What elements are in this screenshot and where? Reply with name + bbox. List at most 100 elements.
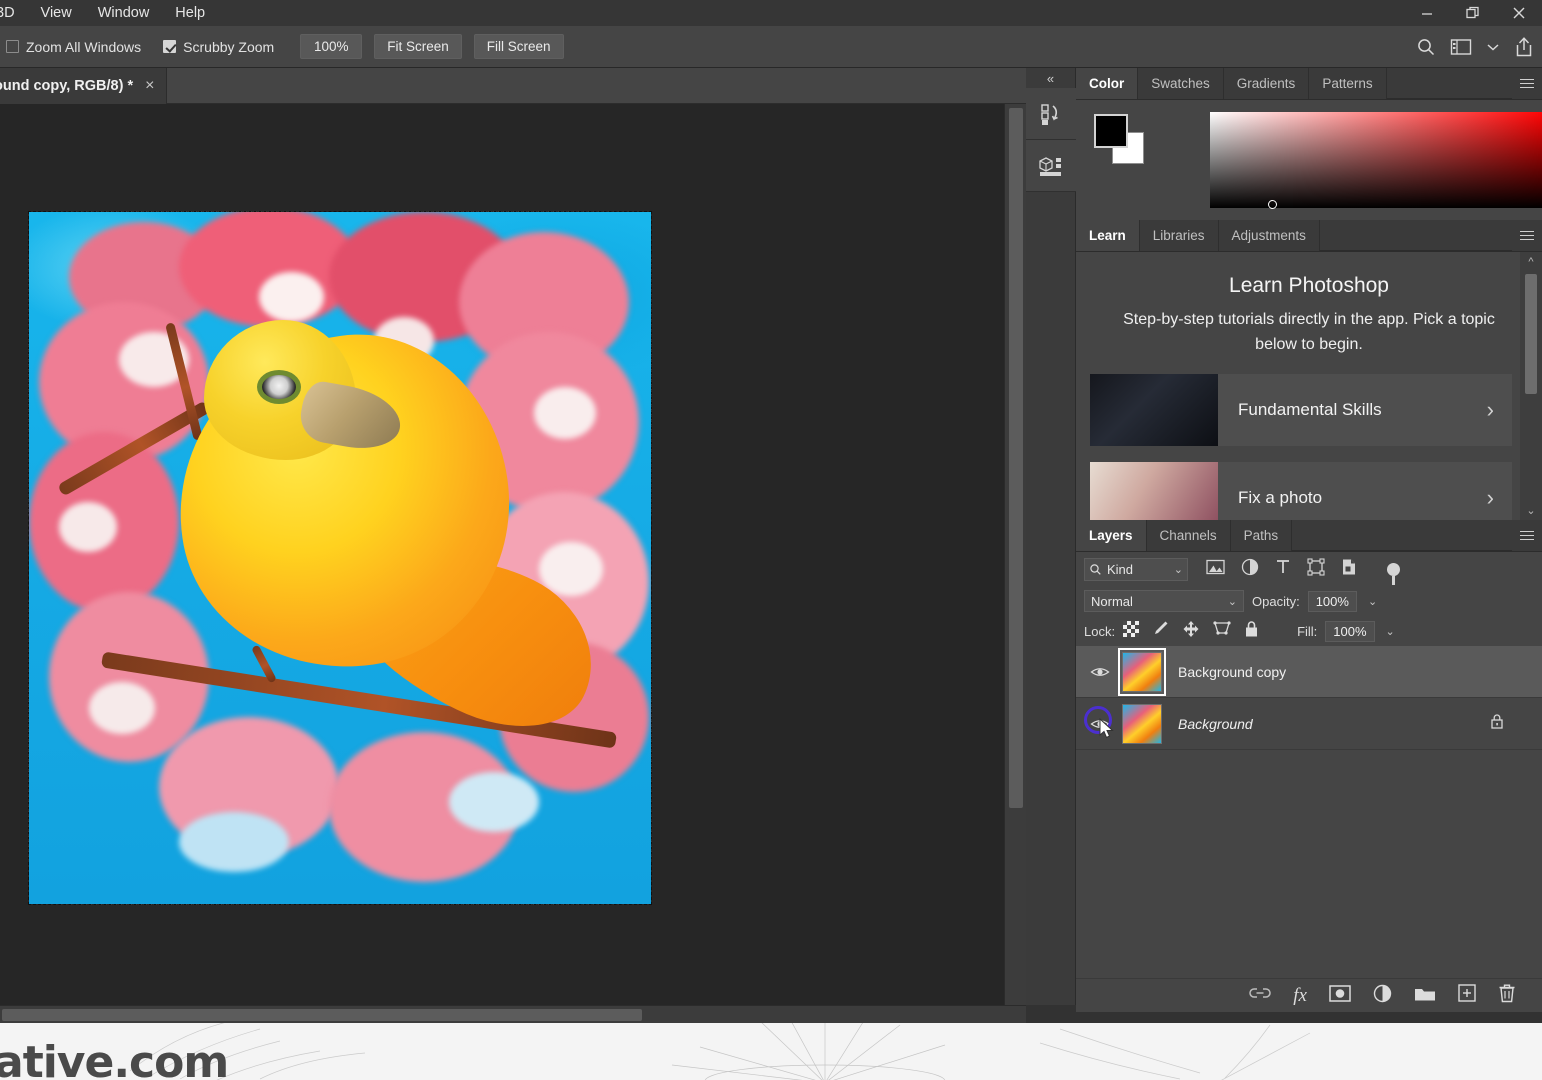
opacity-label: Opacity: xyxy=(1252,593,1300,609)
right-panel-column: Color Swatches Gradients Patterns Learn … xyxy=(1076,68,1542,1080)
tab-channels[interactable]: Channels xyxy=(1146,520,1231,551)
canvas-vertical-scrollbar[interactable] xyxy=(1004,104,1026,1005)
color-panel: Color Swatches Gradients Patterns xyxy=(1076,68,1542,220)
canvas-vertical-scrollbar-thumb[interactable] xyxy=(1009,108,1023,808)
window-controls xyxy=(1404,0,1542,26)
menu-item-window[interactable]: Window xyxy=(85,0,163,26)
tab-paths[interactable]: Paths xyxy=(1230,520,1293,551)
color-panel-tabs-filler xyxy=(1386,68,1512,99)
scrubby-zoom-label: Scrubby Zoom xyxy=(183,38,275,55)
foreground-background-swatches[interactable] xyxy=(1094,114,1150,166)
tab-swatches[interactable]: Swatches xyxy=(1138,68,1224,99)
fit-screen-button[interactable]: Fit Screen xyxy=(374,34,462,59)
chevron-down-icon[interactable]: ⌄ xyxy=(1228,595,1237,608)
chevron-right-icon[interactable]: › xyxy=(1487,397,1494,423)
lock-image-icon[interactable] xyxy=(1152,620,1169,642)
table-row[interactable]: Background copy xyxy=(1076,646,1542,698)
delete-layer-icon[interactable] xyxy=(1498,983,1516,1008)
learn-card-thumbnail xyxy=(1090,461,1218,520)
tab-learn[interactable]: Learn xyxy=(1076,220,1140,251)
canvas-horizontal-scrollbar-thumb[interactable] xyxy=(2,1009,642,1021)
dock-collapse-button[interactable]: « xyxy=(1026,68,1075,88)
fill-label: Fill: xyxy=(1297,623,1318,639)
share-icon[interactable] xyxy=(1514,36,1534,58)
learn-panel: Learn Libraries Adjustments Learn Photos… xyxy=(1076,220,1542,520)
new-layer-icon[interactable] xyxy=(1458,984,1476,1007)
layer-thumbnail[interactable] xyxy=(1118,647,1166,696)
workspace-icon[interactable] xyxy=(1450,38,1472,56)
new-group-icon[interactable] xyxy=(1414,985,1436,1007)
type-filter-icon[interactable] xyxy=(1275,558,1291,580)
learn-panel-scrollbar-thumb[interactable] xyxy=(1525,274,1537,394)
restore-button[interactable] xyxy=(1450,0,1496,26)
scroll-down-icon[interactable]: ⌄ xyxy=(1520,500,1542,520)
learn-card-fix-a-photo[interactable]: Fix a photo › xyxy=(1090,461,1512,520)
learn-card-fundamental-skills[interactable]: Fundamental Skills › xyxy=(1090,373,1512,446)
chevron-down-icon[interactable]: ⌄ xyxy=(1174,563,1183,576)
adjustment-filter-icon[interactable] xyxy=(1241,558,1259,581)
menu-item-help[interactable]: Help xyxy=(162,0,218,26)
tab-patterns[interactable]: Patterns xyxy=(1309,68,1387,99)
smart-object-filter-icon[interactable] xyxy=(1341,558,1357,581)
lock-row: Lock: Fill: 100% ⌄ xyxy=(1076,616,1542,646)
tab-gradients[interactable]: Gradients xyxy=(1223,68,1310,99)
lock-artboard-icon[interactable] xyxy=(1213,620,1231,642)
fill-input[interactable]: 100% xyxy=(1325,620,1375,642)
pixel-filter-icon[interactable] xyxy=(1206,559,1225,580)
chevron-down-icon[interactable] xyxy=(1486,42,1500,52)
layers-panel-menu-icon[interactable] xyxy=(1512,520,1542,551)
tab-adjustments[interactable]: Adjustments xyxy=(1218,220,1320,251)
minimize-button[interactable] xyxy=(1404,0,1450,26)
layers-panel: Layers Channels Paths Kind ⌄ Normal ⌄ Op… xyxy=(1076,520,1542,1012)
close-button[interactable] xyxy=(1496,0,1542,26)
layer-thumbnail[interactable] xyxy=(1122,703,1162,744)
properties-3d-icon[interactable] xyxy=(1026,140,1076,192)
zoom-percent-button[interactable]: 100% xyxy=(300,34,363,59)
link-layers-icon[interactable] xyxy=(1249,986,1272,1005)
lock-position-icon[interactable] xyxy=(1182,620,1200,643)
canvas-area[interactable] xyxy=(0,104,1004,1005)
opacity-input[interactable]: 100% xyxy=(1307,590,1357,612)
color-spectrum-field[interactable] xyxy=(1210,112,1542,209)
foreground-color-swatch[interactable] xyxy=(1094,114,1128,148)
layer-style-fx-icon[interactable]: fx xyxy=(1293,985,1307,1007)
layer-visibility-toggle[interactable] xyxy=(1082,665,1118,679)
color-panel-body xyxy=(1076,100,1542,220)
menu-item-3d[interactable]: 3D xyxy=(0,0,28,26)
layer-filter-kind-select[interactable]: Kind ⌄ xyxy=(1084,557,1188,581)
tab-color[interactable]: Color xyxy=(1076,68,1139,99)
document-tab[interactable]: ound copy, RGB/8) * × xyxy=(0,68,168,104)
watermark-text: ative.com xyxy=(0,1037,229,1080)
options-bar: Zoom All Windows Scrubby Zoom 100% Fit S… xyxy=(0,26,1542,68)
close-icon[interactable]: × xyxy=(145,78,154,94)
tab-layers[interactable]: Layers xyxy=(1076,520,1147,551)
scrubby-zoom-checkbox[interactable]: Scrubby Zoom xyxy=(163,39,274,55)
scroll-up-icon[interactable]: ^ xyxy=(1520,252,1542,272)
menu-item-view[interactable]: View xyxy=(28,0,85,26)
tab-libraries[interactable]: Libraries xyxy=(1139,220,1219,251)
blend-mode-select[interactable]: Normal ⌄ xyxy=(1084,590,1244,612)
zoom-all-windows-checkbox[interactable]: Zoom All Windows xyxy=(6,39,141,55)
adjustment-layer-icon[interactable] xyxy=(1373,984,1392,1008)
layer-name[interactable]: Background copy xyxy=(1178,664,1286,680)
learn-panel-scrollbar[interactable]: ^ ⌄ xyxy=(1520,252,1542,520)
opacity-chevron-down-icon[interactable]: ⌄ xyxy=(1368,595,1377,608)
search-icon[interactable] xyxy=(1416,37,1436,57)
color-spectrum-marker[interactable] xyxy=(1268,200,1277,209)
canvas-horizontal-scrollbar[interactable] xyxy=(0,1005,1026,1023)
artboard-image[interactable] xyxy=(28,211,652,905)
filter-toggle-switch[interactable] xyxy=(1387,562,1400,585)
shape-filter-icon[interactable] xyxy=(1307,557,1325,581)
table-row[interactable]: Background xyxy=(1076,698,1542,750)
lock-transparency-icon[interactable] xyxy=(1123,620,1140,642)
history-icon[interactable] xyxy=(1026,88,1076,140)
color-panel-menu-icon[interactable] xyxy=(1512,68,1542,99)
chevron-right-icon[interactable]: › xyxy=(1487,485,1494,511)
lock-all-icon[interactable] xyxy=(1244,620,1259,643)
fill-screen-button[interactable]: Fill Screen xyxy=(473,34,564,59)
photoshop-window: 3D View Window Help Zoom All Windows Scr… xyxy=(0,0,1542,1080)
layer-name[interactable]: Background xyxy=(1178,716,1253,732)
fill-chevron-down-icon[interactable]: ⌄ xyxy=(1386,625,1395,638)
learn-panel-menu-icon[interactable] xyxy=(1512,220,1542,251)
add-mask-icon[interactable] xyxy=(1329,984,1351,1007)
